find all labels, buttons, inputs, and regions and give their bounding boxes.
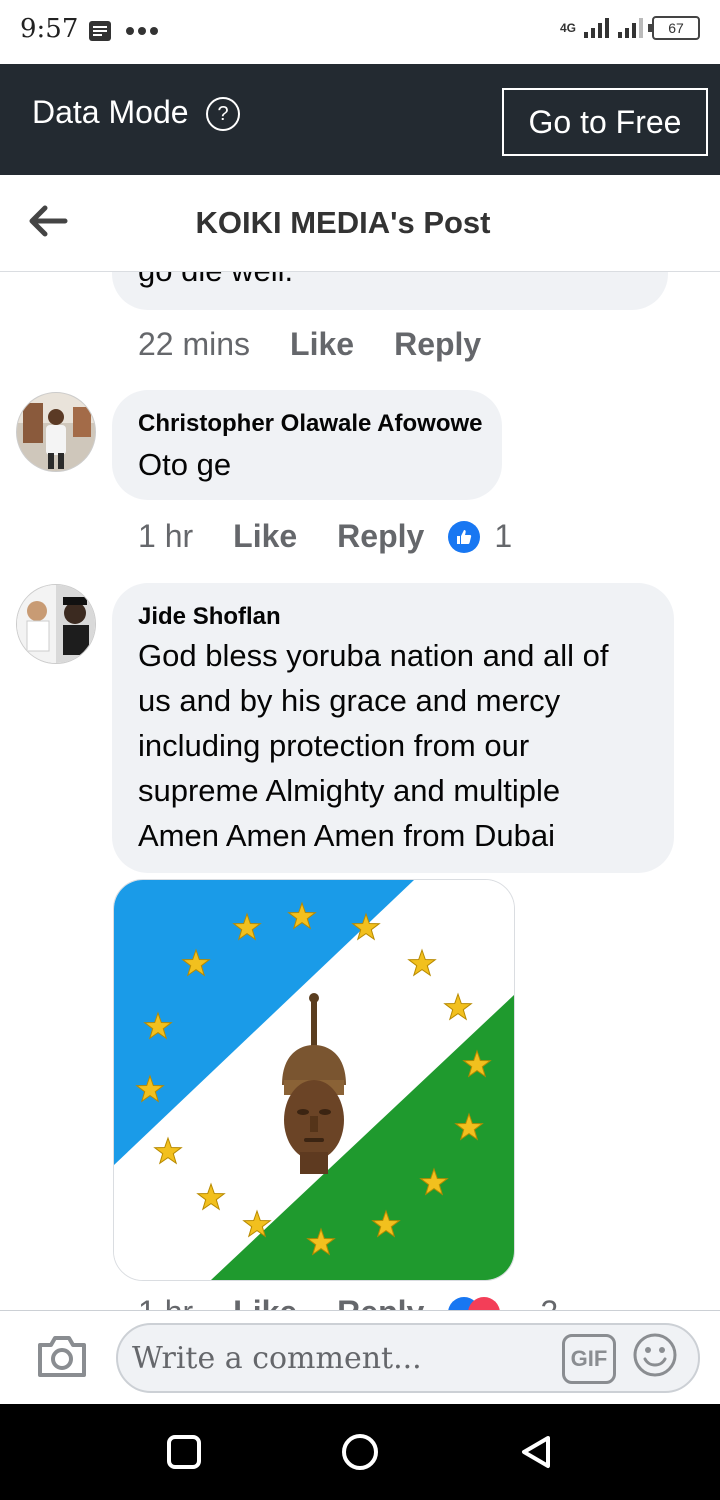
reply-button[interactable]: Reply — [337, 518, 424, 555]
comment-meta: 1 hr Like Reply 1 — [138, 518, 552, 555]
like-reaction-icon[interactable] — [448, 520, 481, 553]
comment-bubble: go die well. — [112, 272, 668, 310]
recents-icon[interactable] — [166, 1434, 202, 1470]
status-right: 4G 67 — [560, 16, 700, 40]
signal-icon-2 — [618, 18, 643, 38]
comment-input[interactable]: Write a comment... GIF — [116, 1323, 700, 1393]
more-dots-icon — [126, 22, 162, 40]
comment-bubble: Jide Shoflan God bless yoruba nation and… — [112, 583, 674, 873]
comment-composer: Write a comment... GIF — [0, 1310, 720, 1405]
network-type: 4G — [559, 21, 576, 35]
reply-button[interactable]: Reply — [394, 326, 481, 363]
comment-meta: 1 hr Like Reply 2 — [138, 1294, 598, 1310]
status-left-icons — [88, 20, 162, 42]
comment-image[interactable] — [113, 879, 515, 1281]
comment-meta: 22 mins Like Reply — [138, 326, 521, 363]
battery-level: 67 — [668, 20, 684, 36]
avatar-image — [17, 393, 95, 471]
status-bar: 9:57 4G 67 — [0, 0, 720, 64]
page-title: KOIKI MEDIA's Post — [195, 205, 491, 240]
comment-line: God bless yoruba nation and all of — [138, 638, 609, 673]
system-nav-bar — [0, 1404, 720, 1500]
comment-text: Oto ge — [138, 447, 232, 482]
gif-icon[interactable]: GIF — [562, 1334, 616, 1384]
go-to-free-button[interactable]: Go to Free — [502, 88, 708, 156]
comment-line: Amen Amen Amen from Dubai — [138, 818, 555, 853]
yoruba-flag-image — [114, 880, 514, 1280]
avatar[interactable] — [16, 392, 96, 472]
comment-line: us and by his grace and mercy — [138, 683, 561, 718]
reaction-count: 1 — [494, 518, 513, 554]
like-button[interactable]: Like — [233, 1294, 297, 1310]
post-header: KOIKI MEDIA's Post — [0, 175, 720, 272]
comment-time: 1 hr — [138, 518, 194, 554]
notification-doc-icon — [89, 21, 111, 41]
camera-icon[interactable] — [36, 1333, 88, 1379]
home-icon[interactable] — [340, 1432, 380, 1472]
comment-text: God bless yoruba nation and all of us an… — [138, 633, 608, 858]
comment-author[interactable]: Jide Shoflan — [138, 603, 281, 631]
back-nav-icon[interactable] — [518, 1434, 554, 1470]
comment-time: 1 hr — [138, 1294, 193, 1310]
love-reaction-icon[interactable] — [468, 1296, 501, 1310]
comment-time: 22 mins — [138, 326, 251, 362]
avatar[interactable] — [16, 584, 96, 664]
comment-bubble: Christopher Olawale Afowowe Oto ge — [112, 390, 502, 500]
battery-icon: 67 — [648, 16, 700, 40]
emoji-icon[interactable] — [632, 1332, 678, 1378]
comment-line: supreme Almighty and multiple — [138, 773, 561, 808]
comment-placeholder: Write a comment... — [132, 1341, 422, 1376]
help-icon[interactable]: ? — [206, 97, 240, 131]
avatar-image — [17, 585, 95, 663]
signal-icon — [584, 18, 609, 38]
comments-list: go die well. 22 mins Like Reply Christop… — [0, 272, 720, 1310]
data-mode-label: Data Mode — [32, 94, 189, 130]
comment-text: go die well. — [138, 272, 293, 293]
like-button[interactable]: Like — [290, 326, 354, 363]
status-time: 9:57 — [20, 14, 79, 44]
comment-author[interactable]: Christopher Olawale Afowowe — [138, 410, 483, 438]
reply-button[interactable]: Reply — [337, 1294, 424, 1310]
comment-line: including protection from our — [138, 728, 530, 763]
data-mode-bar: Data Mode ? Go to Free — [0, 64, 720, 175]
like-button[interactable]: Like — [233, 518, 297, 555]
reaction-count: 2 — [540, 1294, 558, 1310]
